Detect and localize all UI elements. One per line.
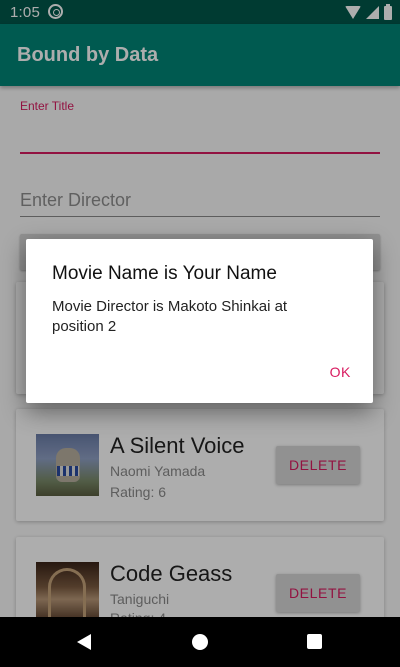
alert-dialog: Movie Name is Your Name Movie Director i… [26,239,373,403]
back-icon[interactable] [77,634,91,650]
dialog-message: Movie Director is Makoto Shinkai at posi… [52,298,288,335]
dialog-title: Movie Name is Your Name [52,263,277,284]
recents-icon[interactable] [307,634,322,649]
navigation-bar [0,617,400,667]
home-icon[interactable] [192,634,208,650]
ok-button[interactable]: OK [330,364,351,380]
